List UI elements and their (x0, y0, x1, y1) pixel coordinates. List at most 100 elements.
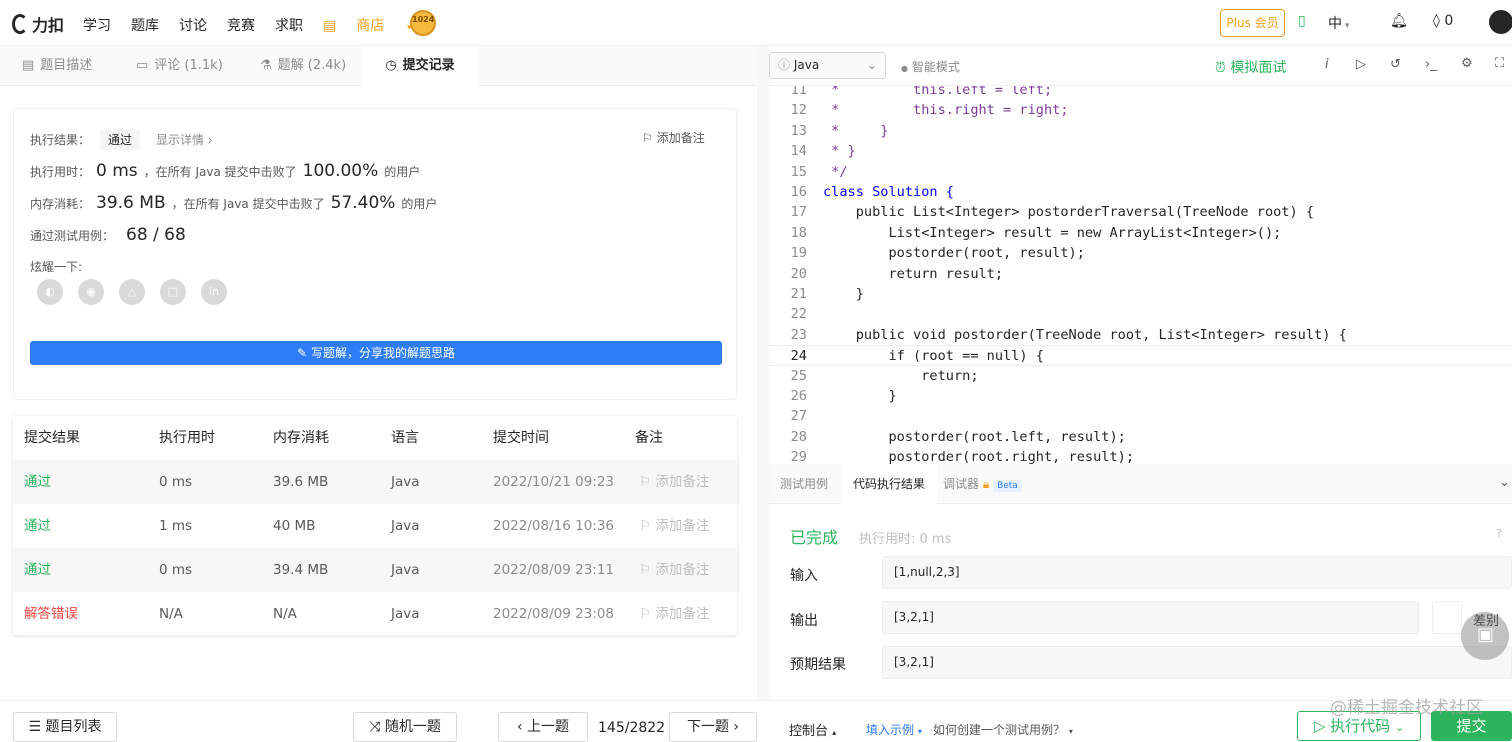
fill-example-label: 填入示例 (866, 723, 915, 737)
tab-submissions[interactable]: ◷ 提交记录 (361, 46, 479, 86)
panel-resize-handle[interactable] (757, 46, 769, 700)
points-display[interactable]: ◊ 0 (1433, 13, 1453, 29)
shop-label: 商店 (356, 18, 385, 34)
diff-toggle[interactable] (1432, 601, 1462, 634)
flag-icon: ⚐ (639, 518, 656, 534)
row-status[interactable]: 解答错误 (24, 592, 78, 636)
row-note-label: 添加备注 (655, 562, 710, 578)
clock-icon: ◷ (385, 58, 397, 73)
collapse-icon[interactable]: ⌄ (1499, 475, 1510, 490)
problem-list-label: 题目列表 (45, 719, 102, 735)
row-status[interactable]: 通过 (24, 504, 51, 548)
qq-icon[interactable]: △ (119, 279, 145, 305)
tab-debugger[interactable]: 调试器 🔒︎ Beta (943, 464, 1022, 504)
shop-icon: ▤ (323, 18, 337, 34)
runtime-mid: ，在所有 Java 提交中击败了 (143, 165, 297, 179)
line-text: */ (823, 163, 848, 180)
reset-icon[interactable]: ↺ (1390, 57, 1401, 72)
line-number: 15 (790, 163, 807, 180)
mock-interview-button[interactable]: ⏰︎ 模拟面试 (1215, 57, 1286, 77)
line-number: 16 (790, 184, 807, 200)
line-text: } (823, 388, 897, 404)
help-icon[interactable]: ? (1496, 527, 1502, 540)
how-to-link[interactable]: 如何创建一个测试用例？ ▾ (933, 721, 1073, 738)
tab-run-result[interactable]: 代码执行结果 (841, 464, 937, 504)
avatar[interactable] (1489, 10, 1512, 34)
douban-icon[interactable]: □ (160, 279, 186, 305)
info-icon: ⓘ (778, 58, 791, 72)
row-language: Java (391, 474, 420, 490)
nav-jobs[interactable]: 求职 (275, 15, 303, 35)
mock-interview-label: 模拟面试 (1230, 60, 1287, 76)
code-line: 25 return; (769, 366, 1512, 386)
header-language: 语言 (391, 430, 419, 446)
input-value: [1,null,2,3] (882, 556, 1512, 589)
settings-icon[interactable]: ⚙ (1461, 56, 1473, 71)
tab-solutions[interactable]: ⚗ 题解 (2.4k) (260, 46, 346, 86)
table-row[interactable]: 通过 0 ms 39.6 MB Java 2022/10/21 09:23 ⚐ … (13, 460, 737, 504)
add-note-button[interactable]: ⚐ 添加备注 (642, 129, 705, 146)
row-add-note[interactable]: ⚐ 添加备注 (639, 592, 709, 636)
terminal-icon[interactable]: ›_ (1425, 57, 1437, 72)
row-add-note[interactable]: ⚐ 添加备注 (639, 460, 709, 504)
show-details-link[interactable]: 显示详情 › (156, 131, 213, 148)
table-row[interactable]: 通过 0 ms 39.4 MB Java 2022/08/09 23:11 ⚐ … (13, 548, 737, 592)
bell-icon[interactable]: 🔔︎ (1390, 13, 1408, 29)
line-text: postorder(root.left, result); (823, 428, 1126, 445)
fill-example-button[interactable]: 填入示例 ▾ (866, 721, 922, 738)
nav-learn[interactable]: 学习 (83, 15, 111, 35)
row-add-note[interactable]: ⚐ 添加备注 (639, 504, 709, 548)
header-memory: 内存消耗 (273, 430, 329, 446)
console-toggle[interactable]: 控制台 ▴ (789, 720, 836, 739)
problem-list-button[interactable]: ☰ 题目列表 (13, 712, 117, 742)
row-status[interactable]: 通过 (24, 460, 51, 504)
code-line: 19 postorder(root, result); (769, 243, 1512, 263)
chevron-down-icon: ▾ (1068, 727, 1073, 736)
linkedin-icon[interactable]: in (201, 279, 227, 305)
row-add-note[interactable]: ⚐ 添加备注 (639, 548, 709, 592)
mobile-icon[interactable]: ▯ (1298, 13, 1306, 29)
leetcode-logo[interactable]: 力扣 (12, 12, 64, 36)
tab-comments[interactable]: ▭ 评论 (1.1k) (136, 46, 223, 86)
line-text: * } (823, 143, 856, 160)
event-badge[interactable]: 1024 (398, 8, 448, 38)
random-problem-button[interactable]: ⤨ 随机一题 (353, 712, 457, 742)
memory-label: 内存消耗： (30, 197, 91, 211)
table-row[interactable]: 通过 1 ms 40 MB Java 2022/08/16 10:36 ⚐ 添加… (13, 504, 737, 548)
row-note-label: 添加备注 (655, 606, 710, 622)
nav-contest[interactable]: 竞赛 (227, 15, 255, 35)
code-line: 11 * this.left = left; (769, 86, 1512, 100)
wechat-icon[interactable]: ◐ (37, 279, 63, 305)
next-problem-button[interactable]: 下一题 › (669, 712, 757, 742)
beta-badge: Beta (993, 480, 1022, 492)
write-solution-button[interactable]: ✎ 写题解，分享我的解题思路 (30, 341, 722, 365)
line-text: return; (823, 367, 979, 384)
run-debug-icon[interactable]: ▷ (1356, 57, 1366, 72)
nav-discuss[interactable]: 讨论 (179, 15, 207, 35)
code-editor[interactable]: 11 * this.left = left; 12 * this.right =… (769, 86, 1512, 510)
runtime-row: 执行用时： 0 ms ，在所有 Java 提交中击败了 100.00% 的用户 (30, 161, 420, 181)
tab-description[interactable]: ▤ 题目描述 (22, 46, 92, 86)
dot-icon: ● (901, 64, 908, 73)
result-row: 执行结果： 通过 显示详情 › (30, 129, 213, 150)
prev-problem-button[interactable]: ‹ 上一题 (498, 712, 588, 742)
plus-member-button[interactable]: Plus 会员 (1220, 9, 1285, 37)
next-label: 下一题 (686, 719, 729, 735)
language-switch[interactable]: 中 ▾ (1328, 13, 1349, 33)
row-date: 2022/08/09 23:11 (493, 562, 615, 578)
row-status[interactable]: 通过 (24, 548, 51, 592)
language-select-value: Java (793, 58, 820, 72)
table-row[interactable]: 解答错误 N/A N/A Java 2022/08/09 23:08 ⚐ 添加备… (13, 592, 737, 636)
smart-mode-toggle[interactable]: ● 智能模式 (901, 58, 960, 75)
main-nav: 学习 题库 讨论 竞赛 求职 ▤ 商店 ▾ (83, 15, 452, 35)
row-note-label: 添加备注 (655, 474, 710, 490)
tab-testcase[interactable]: 测试用例 (780, 464, 828, 504)
row-memory: 39.6 MB (273, 474, 329, 490)
language-select[interactable]: ⓘ Java ⌄ (769, 52, 886, 79)
info-icon[interactable]: i (1325, 57, 1329, 72)
floating-action-button[interactable]: ▣ (1461, 612, 1509, 660)
nav-problems[interactable]: 题库 (131, 15, 159, 35)
prev-label: 上一题 (527, 719, 570, 735)
fullscreen-icon[interactable]: ⛶ (1495, 56, 1504, 71)
weibo-icon[interactable]: ◉ (78, 279, 104, 305)
